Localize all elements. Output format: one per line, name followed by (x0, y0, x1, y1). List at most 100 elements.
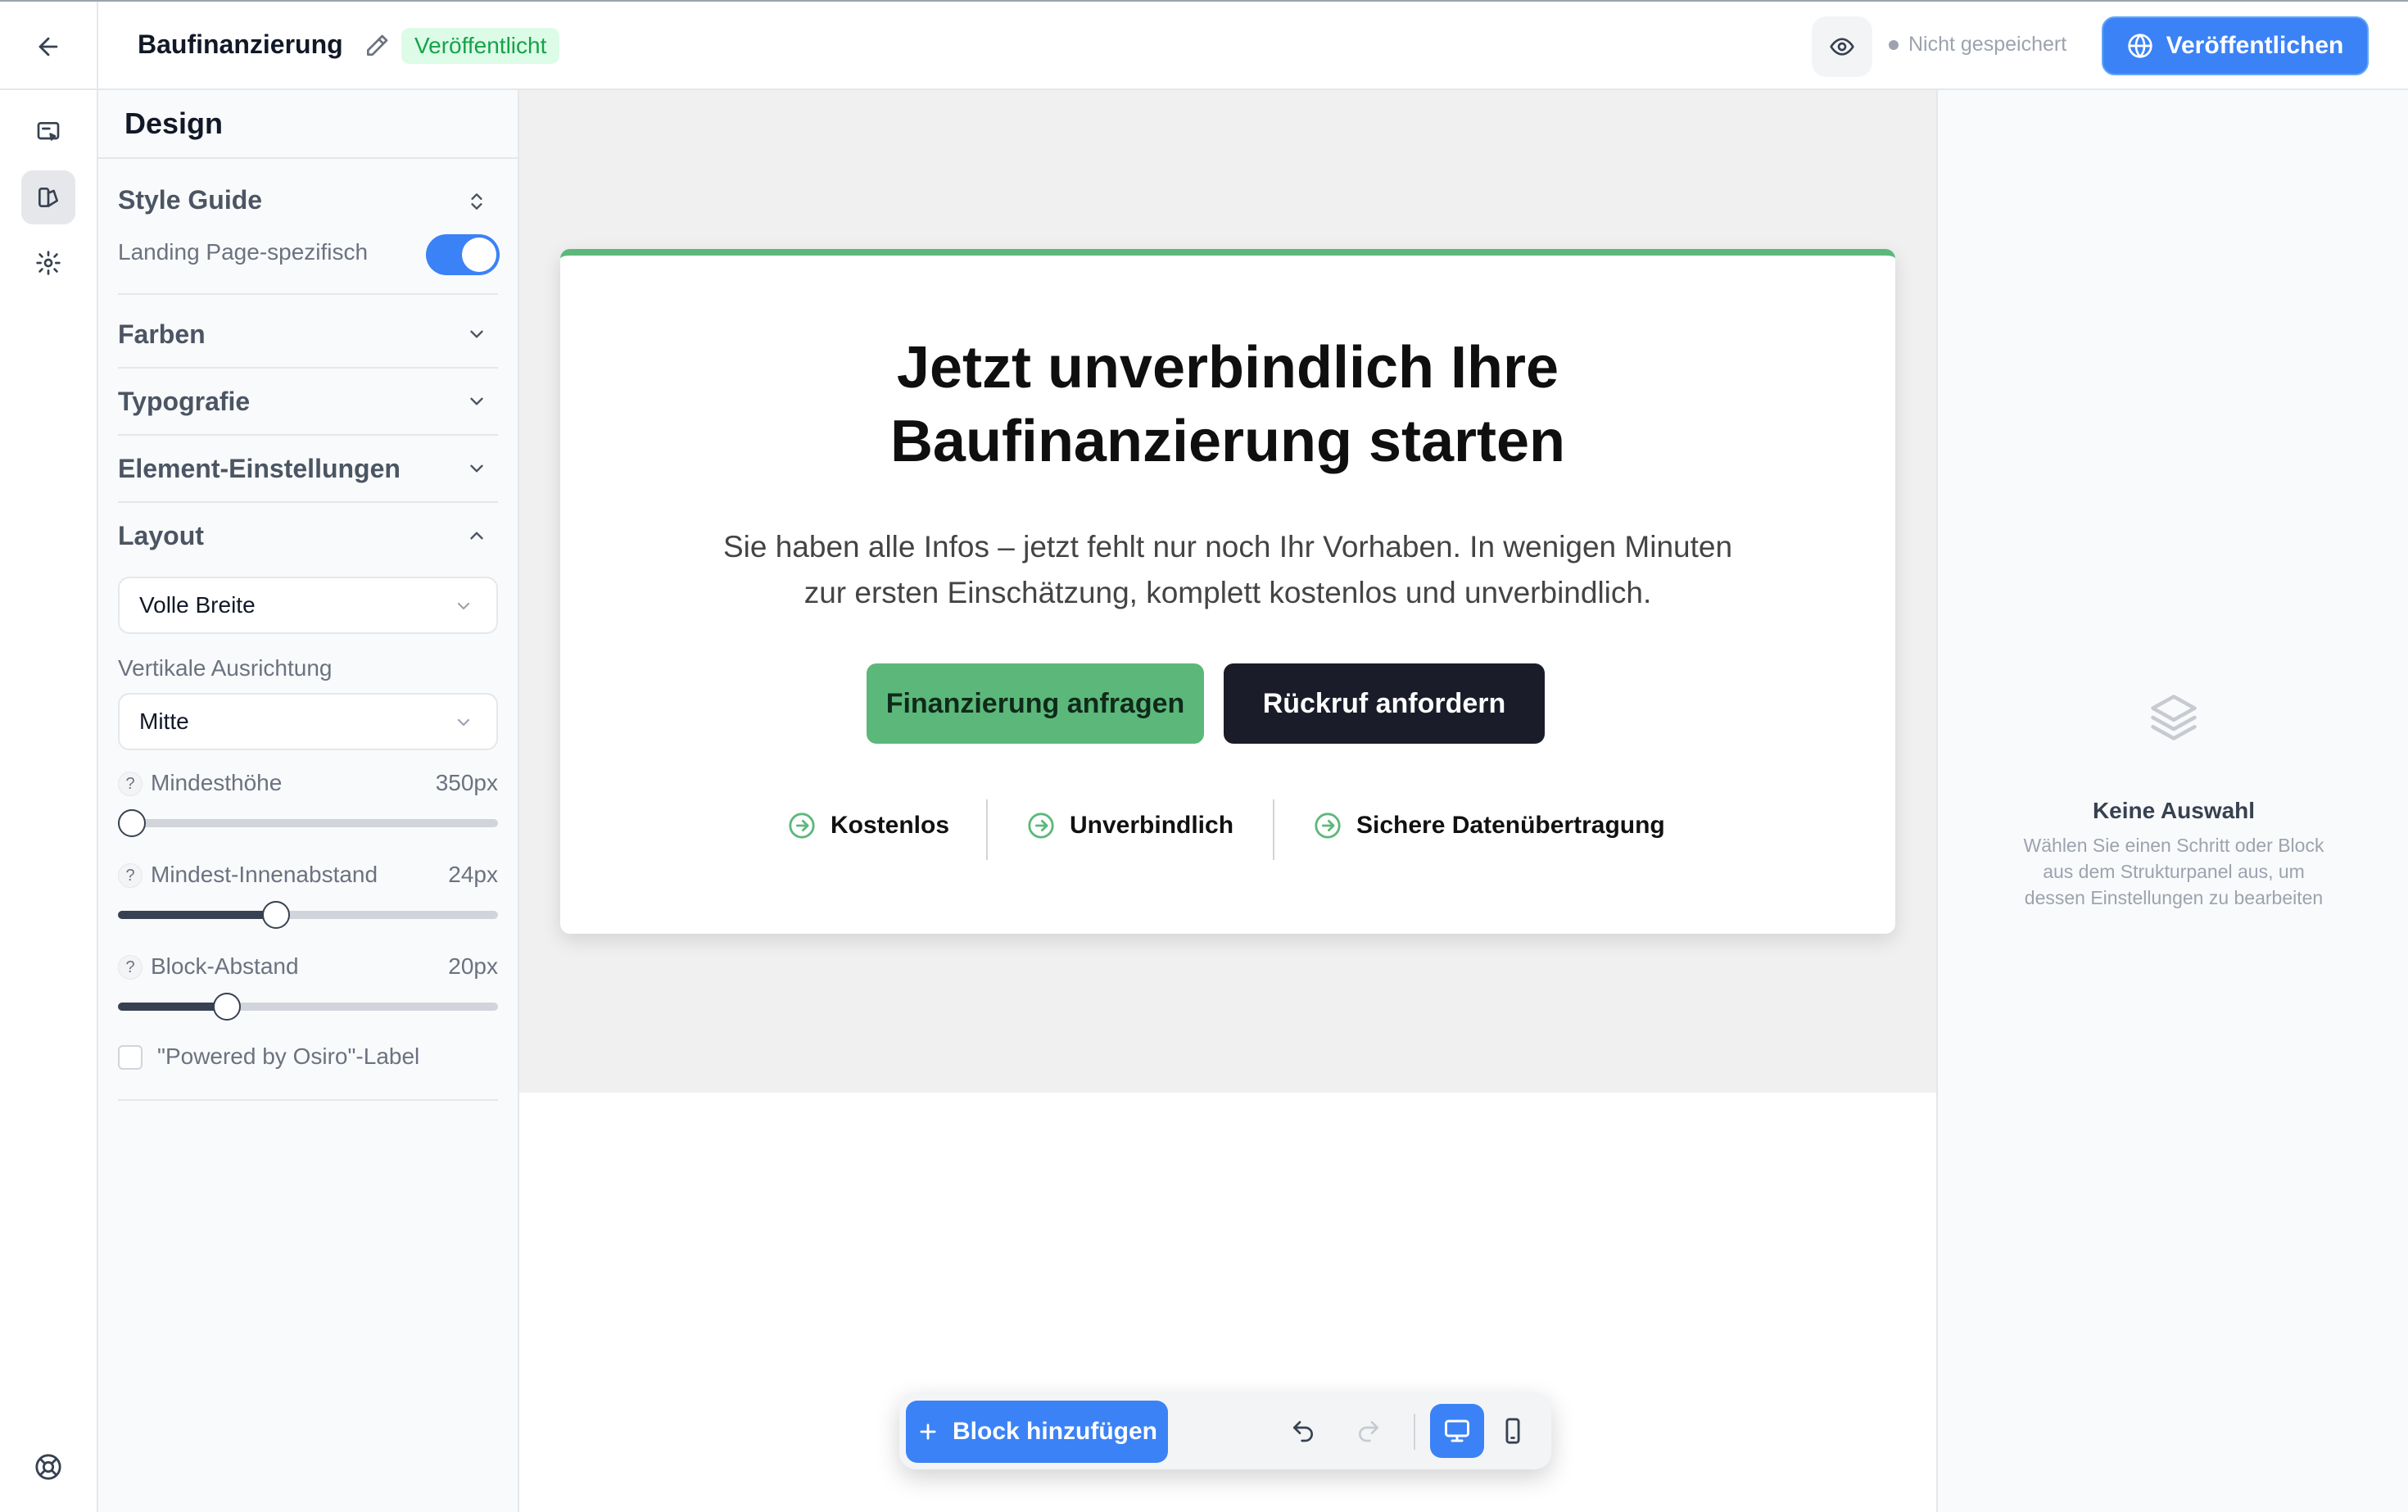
farben-expand-button[interactable] (462, 319, 491, 349)
publish-button[interactable]: Veröffentlichen (2102, 16, 2369, 75)
min-height-slider[interactable] (118, 809, 498, 837)
redo-button[interactable] (1342, 1404, 1396, 1458)
vertical-align-select[interactable]: Mitte (118, 693, 498, 750)
feature-item: Kostenlos (788, 809, 949, 842)
layout-width-select[interactable]: Volle Breite (118, 577, 498, 634)
arrow-circle-right-icon (789, 813, 815, 839)
divider (118, 501, 498, 503)
globe-icon (2127, 34, 2152, 58)
undo-button[interactable] (1276, 1404, 1330, 1458)
feature-label: Sichere Datenübertragung (1356, 812, 1665, 839)
hero-subtitle-line: Sie haben alle Infos – jetzt fehlt nur n… (722, 530, 1733, 564)
mobile-view-button[interactable] (1486, 1404, 1540, 1458)
element-einstellungen-expand-button[interactable] (462, 454, 491, 483)
back-button[interactable] (28, 26, 69, 67)
smartphone-icon (1505, 1418, 1520, 1444)
feature-item: Unverbindlich (1027, 809, 1233, 842)
add-block-label: Block hinzufügen (953, 1418, 1157, 1445)
hero-subtitle: Sie haben alle Infos – jetzt fehlt nur n… (659, 524, 1797, 616)
min-padding-value: 24px (448, 862, 498, 887)
chevron-down-icon (457, 718, 470, 727)
block-gap-label: Block-Abstand (151, 953, 299, 979)
powered-by-label: "Powered by Osiro"-Label (157, 1043, 420, 1069)
divider (118, 367, 498, 369)
pages-icon (37, 122, 60, 141)
topbar-divider (97, 2, 98, 92)
arrow-left-icon (38, 37, 58, 57)
rail-help-button[interactable] (21, 1440, 75, 1494)
slider-fill (118, 911, 277, 919)
design-panel-title: Design (124, 106, 224, 140)
plus-icon (920, 1424, 936, 1440)
chevron-down-icon (457, 602, 470, 610)
pencil-icon (367, 34, 388, 56)
vertical-align-value: Mitte (139, 708, 189, 734)
layout-collapse-button[interactable] (462, 521, 491, 550)
landing-page-specific-toggle[interactable] (426, 234, 500, 275)
desktop-view-button[interactable] (1430, 1404, 1484, 1458)
top-bar: Baufinanzierung Veröffentlicht Nicht ges… (0, 0, 2408, 92)
chevron-down-icon (470, 330, 483, 338)
help-icon[interactable]: ? (118, 955, 143, 980)
min-padding-label: Mindest-Innenabstand (151, 862, 378, 887)
help-icon[interactable]: ? (118, 863, 143, 888)
monitor-icon (1445, 1419, 1469, 1442)
save-status-text: Nicht gespeichert (1908, 33, 2067, 56)
design-icon (38, 188, 58, 207)
divider (118, 1099, 498, 1101)
hero-subtitle-line: zur ersten Einschätzung, komplett kosten… (803, 576, 1652, 609)
section-farben[interactable]: Farben (118, 319, 206, 350)
finanzierung-anfragen-button[interactable]: Finanzierung anfragen (867, 663, 1204, 744)
chevron-up-icon (470, 532, 483, 540)
layout-width-value: Volle Breite (139, 592, 256, 618)
rail-design-button[interactable] (21, 170, 75, 224)
style-guide-selector[interactable] (462, 187, 491, 216)
feature-item: Sichere Datenübertragung (1314, 809, 1665, 842)
publish-label: Veröffentlichen (2166, 32, 2344, 59)
slider-thumb[interactable] (213, 993, 242, 1021)
slider-thumb[interactable] (118, 809, 146, 837)
section-layout[interactable]: Layout (118, 521, 204, 551)
preview-button[interactable] (1812, 16, 1872, 77)
block-gap-value: 20px (448, 953, 498, 979)
feature-divider (986, 799, 988, 860)
eye-icon (1830, 38, 1854, 56)
block-gap-slider[interactable] (118, 993, 498, 1021)
editor-canvas: Jetzt unverbindlich Ihre Baufinanzierung… (519, 90, 1936, 1512)
save-status: Nicht gespeichert (1889, 33, 2066, 57)
feature-label: Kostenlos (831, 812, 950, 839)
section-typografie[interactable]: Typografie (118, 387, 250, 417)
typografie-expand-button[interactable] (462, 387, 491, 416)
slider-thumb[interactable] (262, 901, 291, 929)
section-element-einstellungen[interactable]: Element-Einstellungen (118, 454, 401, 484)
add-block-button[interactable]: Block hinzufügen (906, 1401, 1168, 1463)
toggle-knob (462, 238, 496, 272)
min-height-row: ? Mindesthöhe 350px (118, 770, 498, 801)
min-padding-slider[interactable] (118, 901, 498, 929)
rail-settings-button[interactable] (21, 236, 75, 290)
divider (118, 293, 498, 295)
layers-icon (2151, 695, 2197, 740)
edit-title-button[interactable] (364, 33, 390, 59)
chevron-up-down-icon (471, 193, 482, 210)
help-lifebuoy-icon (35, 1454, 61, 1480)
status-badge: Veröffentlicht (401, 28, 560, 64)
design-panel: Design Style Guide Landing Page-spezifis… (98, 90, 519, 1512)
properties-panel: Keine Auswahl Wählen Sie einen Schritt o… (1936, 90, 2408, 1512)
feature-label: Unverbindlich (1070, 812, 1234, 839)
help-icon[interactable]: ? (118, 772, 143, 796)
rueckruf-anfordern-button[interactable]: Rückruf anfordern (1224, 663, 1545, 744)
hero-title-line: Baufinanzierung starten (889, 409, 1566, 474)
arrow-circle-right-icon (1028, 813, 1054, 839)
chevron-down-icon (470, 397, 483, 405)
redo-icon (1359, 1421, 1378, 1442)
save-status-dot (1889, 39, 1899, 50)
hero-card[interactable]: Jetzt unverbindlich Ihre Baufinanzierung… (560, 249, 1895, 934)
min-height-value: 350px (435, 770, 498, 795)
rail-pages-button[interactable] (21, 105, 75, 159)
divider (118, 434, 498, 436)
hero-title-line: Jetzt unverbindlich Ihre (896, 335, 1559, 401)
style-guide-title[interactable]: Style Guide (118, 185, 262, 215)
powered-by-checkbox[interactable] (118, 1045, 143, 1070)
toolbar-divider (1414, 1414, 1415, 1450)
